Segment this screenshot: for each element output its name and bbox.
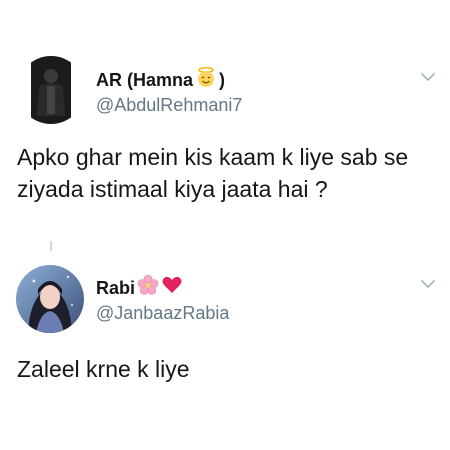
author-name-row[interactable]: AR (Hamna ) [96, 66, 225, 93]
chevron-down-icon[interactable] [419, 277, 437, 289]
tweet-text: Zaleel krne k liye [17, 356, 190, 382]
avatar[interactable] [16, 265, 84, 333]
red-heart-emoji-icon [161, 274, 183, 301]
original-tweet: AR (Hamna ) @AbdulRehmani7 Apko ghar mei… [0, 0, 450, 251]
display-name[interactable]: Rabi [96, 277, 135, 299]
display-name[interactable]: AR (Hamna [96, 69, 193, 91]
tweet-text: Apko ghar mein kis kaam k liye sab se zi… [17, 144, 409, 202]
user-handle[interactable]: @AbdulRehmani7 [96, 94, 242, 116]
avatar[interactable] [17, 56, 85, 124]
cherry-blossom-emoji-icon [137, 274, 159, 301]
chevron-down-icon[interactable] [419, 70, 437, 82]
user-handle[interactable]: @JanbaazRabia [96, 302, 229, 324]
reply-tweet: Rabi @JanbaazRabia Zaleel krne k liye [0, 250, 450, 450]
smiling-face-with-halo-emoji-icon [195, 66, 217, 93]
display-name-suffix: ) [219, 69, 226, 90]
author-name-row[interactable]: Rabi [96, 274, 183, 301]
